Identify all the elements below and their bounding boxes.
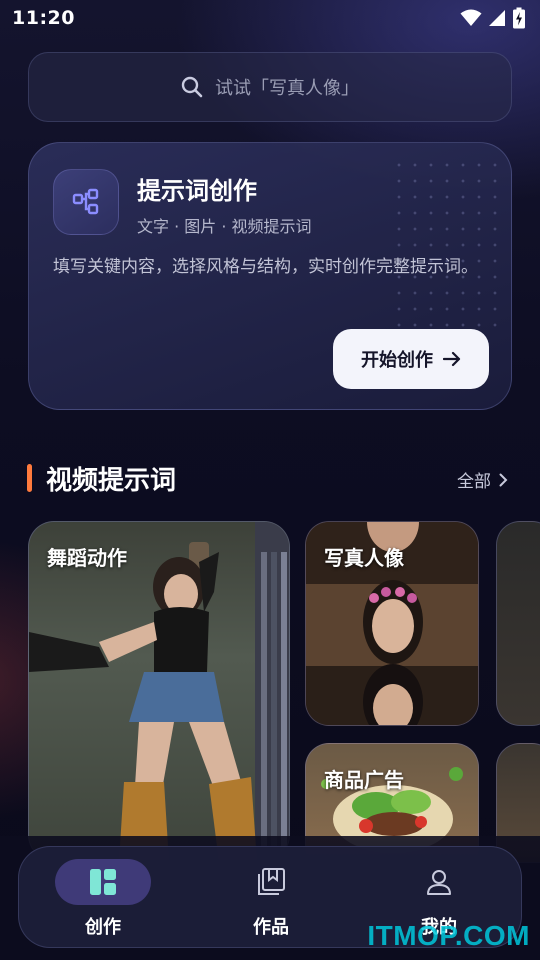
- profile-icon: [427, 870, 451, 895]
- category-card-next-1[interactable]: [496, 521, 540, 726]
- nav-icon-wrap-works: [223, 859, 319, 905]
- nav-icon-wrap-profile: [391, 859, 487, 905]
- nav-active-pill: [55, 859, 151, 905]
- category-card-portrait[interactable]: 写真人像: [305, 521, 479, 726]
- status-bar: 11:20: [0, 0, 540, 36]
- view-all-label: 全部: [457, 472, 491, 492]
- prompt-creation-card[interactable]: 提示词创作 文字 · 图片 · 视频提示词 填写关键内容，选择风格与结构，实时创…: [28, 142, 512, 410]
- flowchart-icon: [72, 188, 99, 215]
- dot-pattern: [391, 157, 501, 327]
- category-label-portrait: 写真人像: [324, 546, 404, 570]
- prompt-card-icon: [53, 169, 119, 235]
- chevron-right-icon: [499, 473, 508, 486]
- arrow-right-icon: [443, 351, 461, 367]
- wifi-icon: [460, 9, 482, 26]
- nav-label-works: 作品: [253, 917, 289, 938]
- prompt-card-description: 填写关键内容，选择风格与结构，实时创作完整提示词。: [53, 257, 478, 277]
- search-icon: [181, 76, 203, 98]
- category-label-dance: 舞蹈动作: [47, 546, 127, 570]
- section-title: 视频提示词: [46, 466, 177, 496]
- prompt-card-subtitle: 文字 · 图片 · 视频提示词: [137, 217, 312, 236]
- section-accent-bar: [27, 464, 32, 492]
- nav-label-create: 创作: [85, 917, 121, 938]
- dance-photo: [29, 522, 289, 860]
- nav-item-create[interactable]: 创作: [19, 847, 187, 949]
- start-create-button[interactable]: 开始创作: [333, 329, 489, 389]
- watermark: ITMOP.COM: [367, 920, 530, 951]
- search-bar[interactable]: 试试「写真人像」: [28, 52, 512, 122]
- nav-item-works[interactable]: 作品: [187, 847, 355, 949]
- dashboard-icon: [90, 869, 116, 895]
- search-placeholder: 试试「写真人像」: [215, 78, 359, 99]
- category-card-dance[interactable]: 舞蹈动作: [28, 521, 290, 861]
- battery-icon: [513, 7, 525, 29]
- view-all-link[interactable]: 全部: [457, 467, 508, 492]
- prompt-card-title: 提示词创作: [137, 177, 257, 205]
- gallery-icon: [258, 868, 285, 895]
- status-time: 11:20: [12, 7, 75, 29]
- category-label-product-ad: 商品广告: [324, 768, 404, 792]
- start-create-label: 开始创作: [361, 350, 433, 371]
- signal-icon: [489, 10, 505, 26]
- status-icons: [460, 7, 526, 29]
